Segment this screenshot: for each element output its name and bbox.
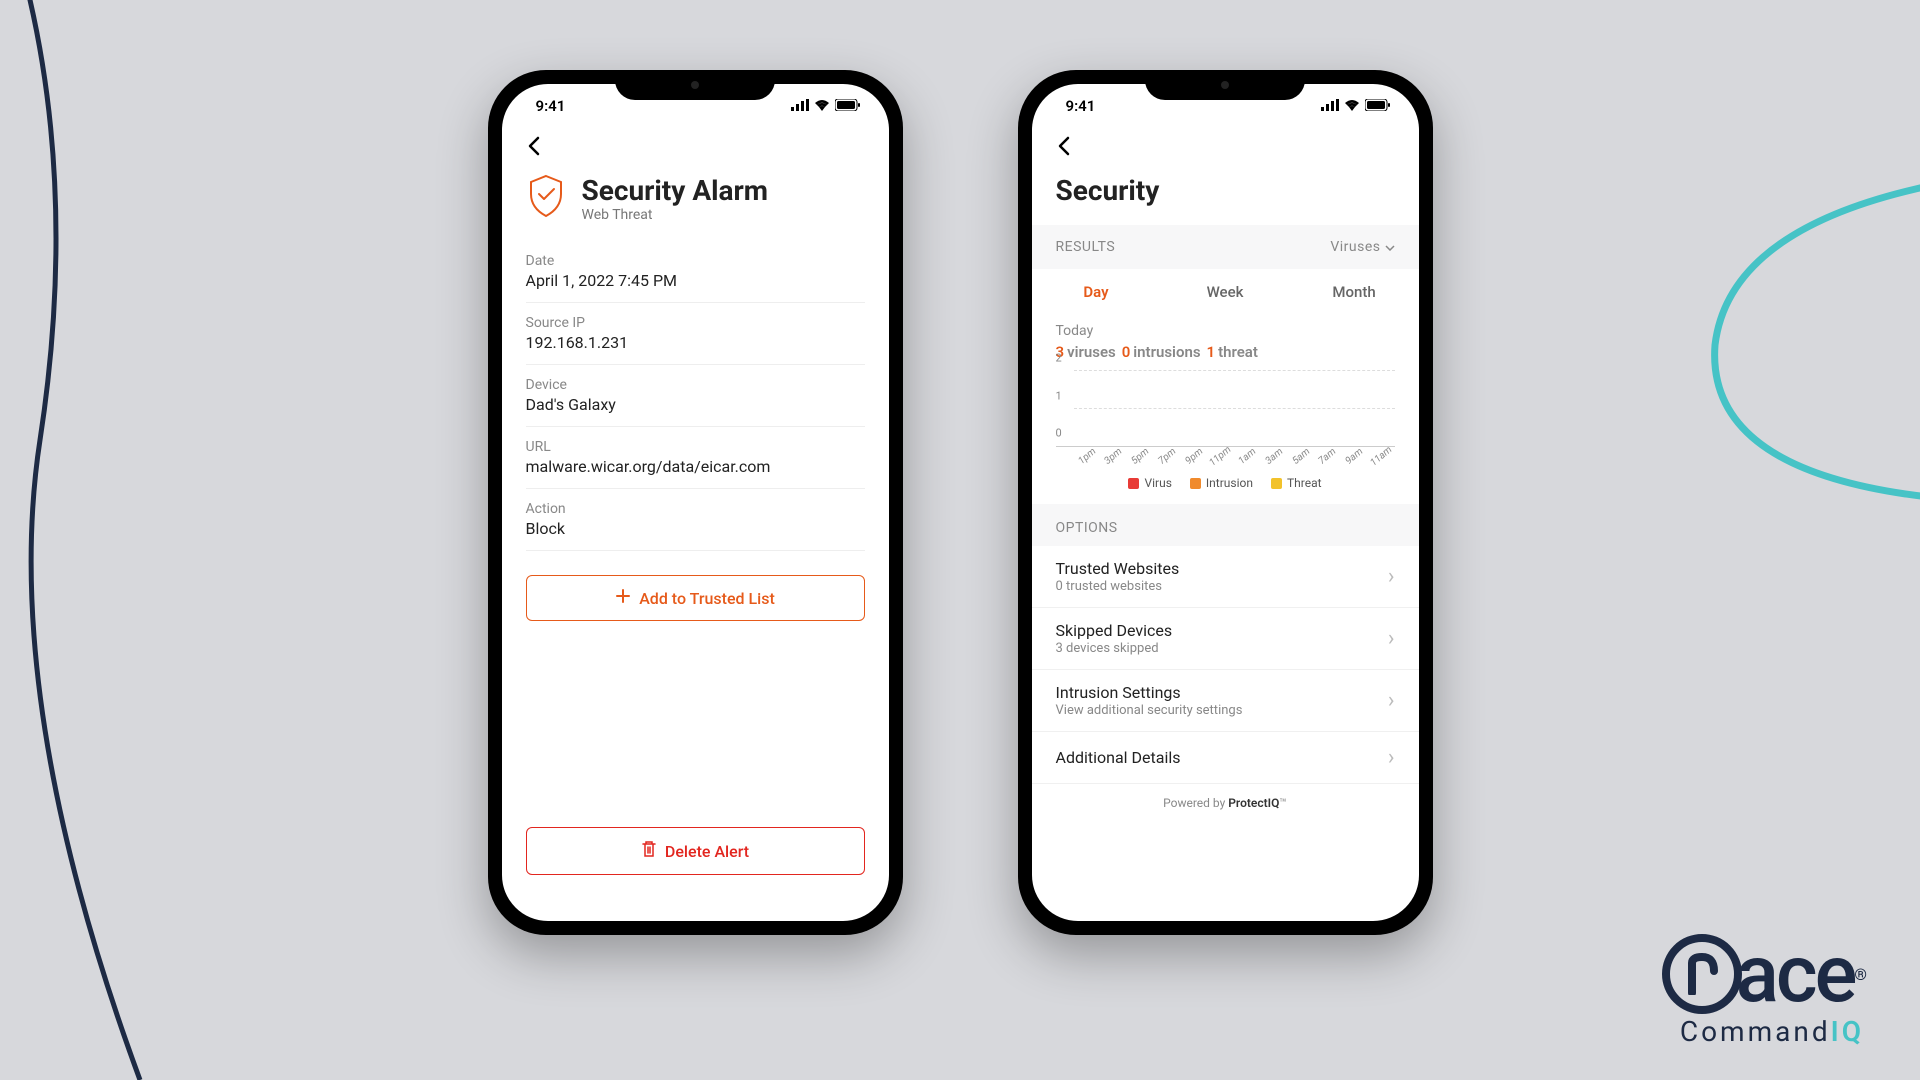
brand-r-icon — [1662, 934, 1742, 1014]
status-time: 9:41 — [536, 97, 566, 115]
legend-intrusion-icon — [1190, 478, 1201, 489]
cellular-icon — [791, 97, 809, 115]
back-button[interactable] — [1056, 134, 1070, 162]
battery-icon — [1365, 97, 1391, 115]
tab-month[interactable]: Month — [1290, 283, 1419, 301]
page-title: Security Alarm — [582, 174, 769, 207]
option-additional-details[interactable]: Additional Details › — [1032, 732, 1419, 784]
y-axis: 0 1 2 — [1056, 371, 1070, 446]
tab-day[interactable]: Day — [1032, 283, 1161, 301]
legend-virus-icon — [1128, 478, 1139, 489]
chart-summary: 3 viruses 0 intrusions 1 threat — [1056, 343, 1395, 361]
detail-date: DateApril 1, 2022 7:45 PM — [526, 241, 865, 303]
chevron-right-icon: › — [1388, 626, 1395, 651]
phone-security-dashboard: 9:41 Security RESULTS Viruses — [1018, 70, 1433, 935]
wifi-icon — [1344, 97, 1360, 115]
back-button[interactable] — [526, 134, 540, 162]
brand-logo: ace® CommandIQ — [1662, 927, 1864, 1048]
option-skipped-devices[interactable]: Skipped Devices3 devices skipped › — [1032, 608, 1419, 670]
chevron-right-icon: › — [1388, 564, 1395, 589]
results-chart: Today 3 viruses 0 intrusions 1 threat 0 … — [1032, 315, 1419, 504]
delete-alert-button[interactable]: Delete Alert — [526, 827, 865, 875]
battery-icon — [835, 97, 861, 115]
time-range-tabs: Day Week Month — [1032, 269, 1419, 315]
page-subtitle: Web Threat — [582, 207, 769, 223]
legend-threat-icon — [1271, 478, 1282, 489]
wifi-icon — [814, 97, 830, 115]
phone-notch — [615, 70, 775, 100]
chevron-right-icon: › — [1388, 745, 1395, 770]
chevron-down-icon — [1385, 239, 1395, 255]
detail-action: ActionBlock — [526, 489, 865, 551]
trash-icon — [641, 840, 657, 862]
page-title: Security — [1032, 174, 1419, 225]
chart-bars — [1074, 371, 1395, 446]
results-filter-dropdown[interactable]: Viruses — [1330, 239, 1394, 255]
tab-week[interactable]: Week — [1161, 283, 1290, 301]
plus-icon — [615, 588, 631, 608]
detail-device: DeviceDad's Galaxy — [526, 365, 865, 427]
detail-url: URLmalware.wicar.org/data/eicar.com — [526, 427, 865, 489]
phone-notch — [1145, 70, 1305, 100]
add-to-trusted-button[interactable]: Add to Trusted List — [526, 575, 865, 621]
cellular-icon — [1321, 97, 1339, 115]
x-axis: 1pm3pm5pm7pm9pm11pm1am3am5am7am9am11am — [1074, 451, 1395, 462]
detail-source-ip: Source IP192.168.1.231 — [526, 303, 865, 365]
status-time: 9:41 — [1066, 97, 1096, 115]
nav-bar — [1032, 128, 1419, 174]
options-header: OPTIONS — [1032, 504, 1419, 546]
results-header: RESULTS Viruses — [1032, 225, 1419, 269]
phone-security-alarm: 9:41 — [488, 70, 903, 935]
shield-icon — [526, 174, 566, 214]
option-intrusion-settings[interactable]: Intrusion SettingsView additional securi… — [1032, 670, 1419, 732]
nav-bar — [502, 128, 889, 174]
chart-legend: Virus Intrusion Threat — [1056, 476, 1395, 490]
powered-by: Powered by ProtectIQ™ — [1032, 784, 1419, 814]
chevron-right-icon: › — [1388, 688, 1395, 713]
option-trusted-websites[interactable]: Trusted Websites0 trusted websites › — [1032, 546, 1419, 608]
